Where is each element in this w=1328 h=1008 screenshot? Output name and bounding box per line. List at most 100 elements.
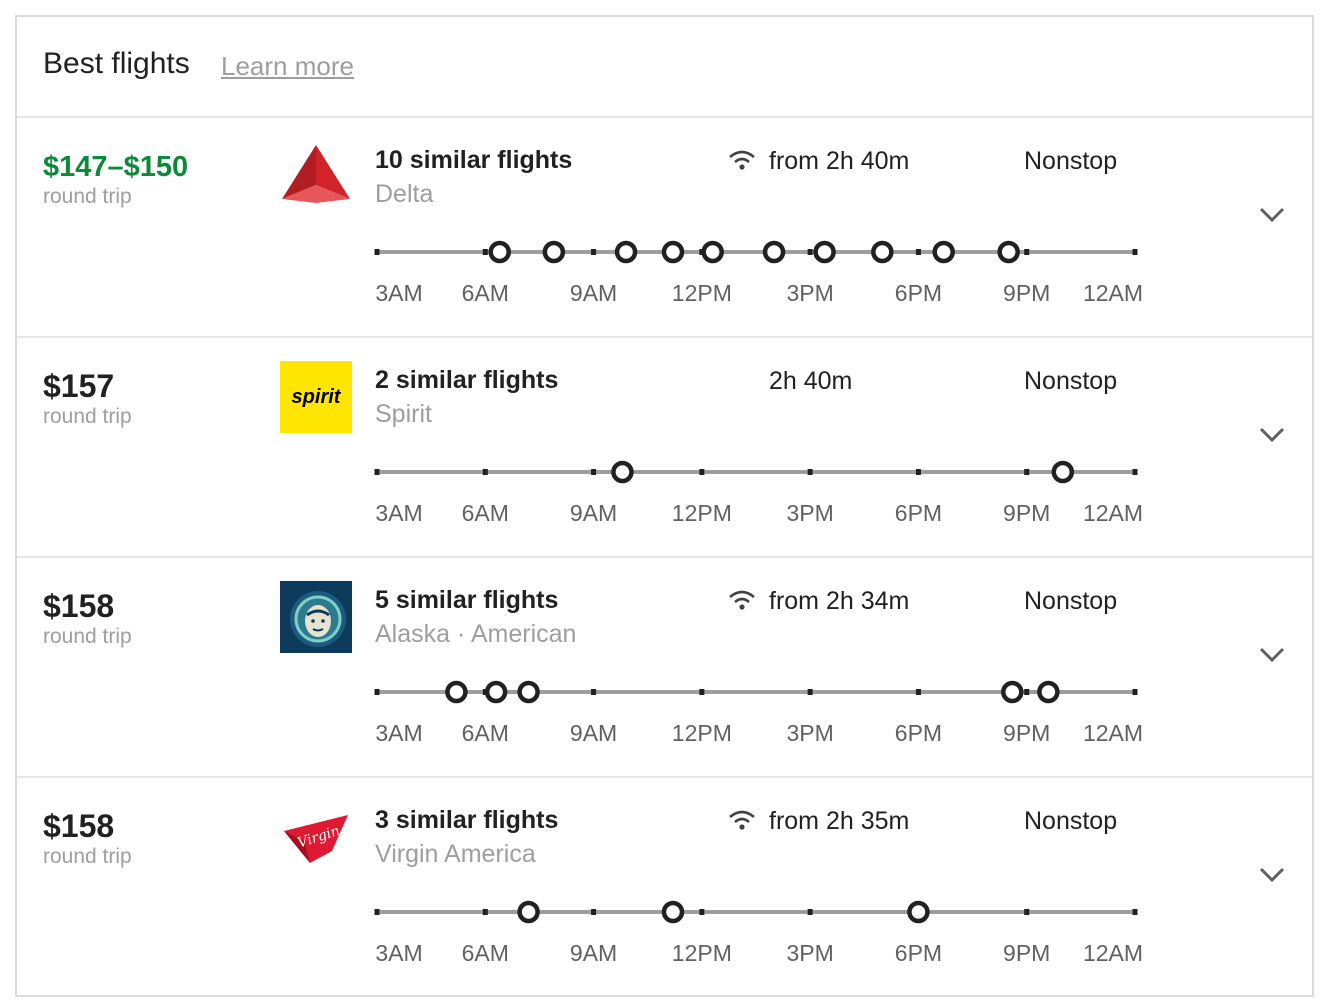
wifi-icon bbox=[727, 588, 757, 612]
departure-marker[interactable] bbox=[517, 680, 540, 704]
stops: Nonstop bbox=[1024, 147, 1118, 175]
timeline-tick bbox=[807, 909, 813, 915]
chevron-down-icon[interactable] bbox=[1257, 644, 1287, 664]
departure-marker[interactable] bbox=[542, 240, 566, 264]
airline-name: Delta bbox=[375, 180, 434, 208]
price: $157 bbox=[43, 368, 115, 404]
airline-name: Virgin America bbox=[375, 840, 536, 868]
timeline-tick bbox=[915, 249, 921, 255]
stops: Nonstop bbox=[1024, 367, 1118, 395]
timeline-tick-label: 9PM bbox=[1003, 720, 1051, 746]
timeline-tick-label: 3AM bbox=[375, 940, 423, 966]
flight-row[interactable]: $147–$150 round trip 10 similar flights … bbox=[17, 118, 1312, 338]
timeline-tick-label: 6PM bbox=[894, 280, 943, 306]
departure-marker[interactable] bbox=[701, 240, 724, 264]
timeline-tick-label: 12PM bbox=[671, 500, 732, 526]
timeline-tick-label: 3PM bbox=[786, 940, 834, 966]
timeline-tick bbox=[915, 689, 921, 695]
departure-marker[interactable] bbox=[517, 900, 540, 924]
flight-duration: from 2h 35m bbox=[769, 807, 910, 835]
price: $147–$150 bbox=[43, 151, 189, 183]
departure-marker[interactable] bbox=[614, 240, 638, 264]
timeline-tick-label: 9AM bbox=[569, 500, 618, 526]
timeline-tick bbox=[915, 469, 921, 475]
spirit-logo: spirit bbox=[280, 361, 352, 433]
timeline-tick bbox=[807, 249, 813, 255]
stops: Nonstop bbox=[1024, 587, 1118, 615]
similar-flights-count: 3 similar flights bbox=[375, 806, 559, 834]
timeline-tick bbox=[1024, 909, 1030, 915]
timeline-tick-label: 3AM bbox=[375, 500, 423, 526]
flight-duration: from 2h 40m bbox=[769, 147, 910, 175]
timeline-tick bbox=[807, 689, 813, 695]
section-title: Best flights bbox=[43, 47, 190, 80]
price-trip-type: round trip bbox=[43, 845, 132, 868]
flight-row[interactable]: $158 round trip Virgin 3 similar flights… bbox=[17, 778, 1312, 998]
chevron-down-icon[interactable] bbox=[1257, 864, 1287, 884]
timeline-tick-label: 3AM bbox=[375, 280, 423, 306]
timeline-tick-label: 9PM bbox=[1003, 500, 1051, 526]
stops: Nonstop bbox=[1024, 807, 1118, 835]
departure-marker[interactable] bbox=[871, 240, 894, 264]
departure-timeline bbox=[373, 238, 1139, 278]
departure-timeline bbox=[373, 678, 1139, 718]
timeline-tick-label: 12AM bbox=[1082, 280, 1144, 306]
timeline-tick bbox=[1132, 249, 1138, 255]
departure-marker[interactable] bbox=[932, 240, 955, 264]
chevron-down-icon[interactable] bbox=[1257, 204, 1287, 224]
departure-marker[interactable] bbox=[1051, 460, 1075, 484]
departure-marker[interactable] bbox=[1001, 680, 1024, 704]
virgin-logo: Virgin bbox=[280, 801, 352, 873]
chevron-down-icon[interactable] bbox=[1257, 424, 1287, 444]
departure-marker[interactable] bbox=[484, 680, 508, 704]
timeline-tick-label: 9AM bbox=[569, 280, 618, 306]
departure-marker[interactable] bbox=[661, 240, 685, 264]
timeline-tick bbox=[1132, 909, 1138, 915]
departure-marker[interactable] bbox=[1037, 680, 1060, 704]
timeline-tick-label: 12AM bbox=[1082, 720, 1144, 746]
timeline-track bbox=[374, 680, 1138, 704]
timeline-tick-label: 3PM bbox=[786, 720, 834, 746]
price: $158 bbox=[43, 808, 115, 844]
timeline-tick-label: 6PM bbox=[894, 500, 943, 526]
timeline-tick bbox=[699, 469, 705, 475]
svg-text:spirit: spirit bbox=[292, 386, 342, 408]
departure-marker[interactable] bbox=[997, 240, 1020, 264]
wifi-icon bbox=[727, 148, 757, 172]
best-flights-card: Best flights Learn more $147–$150 round … bbox=[15, 15, 1314, 997]
card-header: Best flights Learn more bbox=[17, 17, 1312, 118]
timeline-tick bbox=[591, 249, 597, 255]
flight-row[interactable]: $158 round trip 5 similar flights Alaska… bbox=[17, 558, 1312, 778]
timeline-tick-label: 12AM bbox=[1082, 500, 1144, 526]
departure-marker[interactable] bbox=[907, 900, 930, 924]
timeline-tick bbox=[1024, 689, 1030, 695]
delta-logo bbox=[280, 141, 352, 213]
wifi-icon bbox=[727, 808, 757, 832]
departure-marker[interactable] bbox=[762, 240, 786, 264]
timeline-tick-label: 9PM bbox=[1003, 280, 1051, 306]
timeline-tick bbox=[1024, 469, 1030, 475]
flight-row[interactable]: $157 round trip spirit 2 similar flights… bbox=[17, 338, 1312, 558]
timeline-tick bbox=[1132, 469, 1138, 475]
timeline-tick bbox=[374, 909, 380, 915]
timeline-tick-label: 3PM bbox=[786, 280, 834, 306]
departure-marker[interactable] bbox=[611, 460, 634, 484]
similar-flights-count: 10 similar flights bbox=[375, 146, 573, 174]
timeline-tick bbox=[482, 909, 488, 915]
departure-marker[interactable] bbox=[813, 240, 836, 264]
similar-flights-count: 5 similar flights bbox=[375, 586, 559, 614]
timeline-tick bbox=[374, 249, 380, 255]
airline-name: Spirit bbox=[375, 400, 432, 428]
timeline-tick-label: 9AM bbox=[569, 940, 618, 966]
price-trip-type: round trip bbox=[43, 185, 132, 208]
departure-marker[interactable] bbox=[661, 900, 685, 924]
timeline-tick-label: 12AM bbox=[1082, 940, 1144, 966]
learn-more-link[interactable]: Learn more bbox=[221, 51, 354, 82]
departure-marker[interactable] bbox=[488, 240, 511, 264]
timeline-tick-label: 9PM bbox=[1003, 940, 1051, 966]
timeline-tick-label: 6AM bbox=[461, 500, 509, 526]
departure-timeline bbox=[373, 898, 1139, 938]
timeline-tick-label: 6AM bbox=[461, 280, 509, 306]
departure-marker[interactable] bbox=[445, 680, 468, 704]
timeline-tick bbox=[482, 249, 488, 255]
